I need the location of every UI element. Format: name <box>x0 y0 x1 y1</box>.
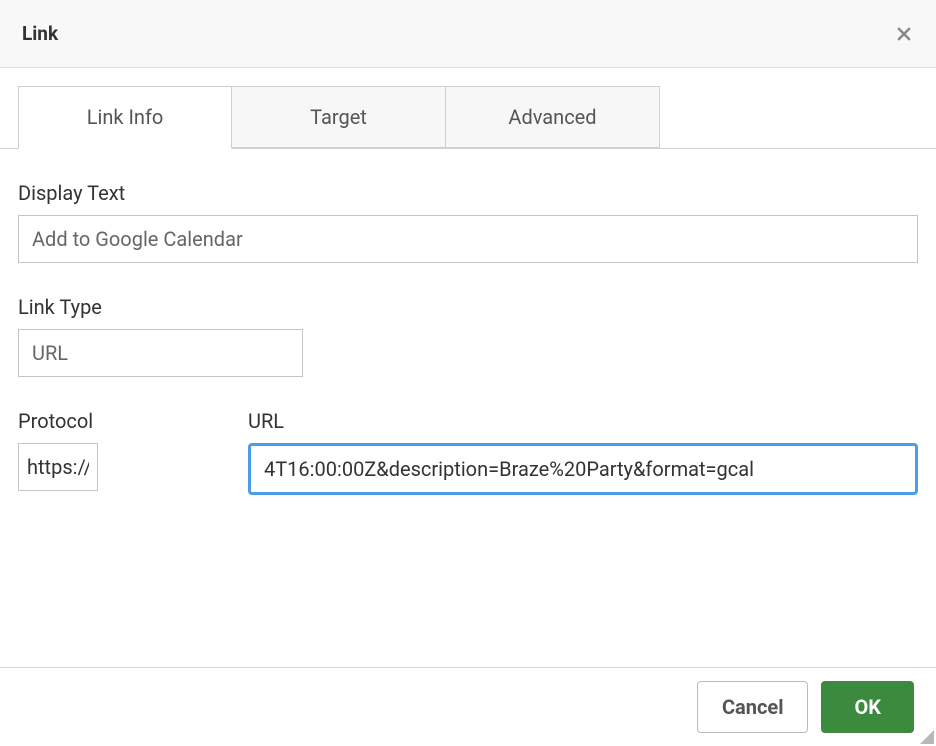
protocol-url-row: Protocol URL <box>18 409 918 495</box>
resize-grip-icon[interactable] <box>920 730 934 744</box>
field-protocol: Protocol <box>18 409 248 495</box>
ok-button[interactable]: OK <box>821 681 914 733</box>
link-type-input[interactable] <box>18 329 303 377</box>
tabs-bar: Link Info Target Advanced <box>0 68 936 149</box>
cancel-button[interactable]: Cancel <box>697 681 809 733</box>
url-label: URL <box>248 409 918 433</box>
field-url: URL <box>248 409 918 495</box>
tab-link-info[interactable]: Link Info <box>18 86 232 149</box>
url-input[interactable] <box>248 443 918 495</box>
display-text-label: Display Text <box>18 181 918 205</box>
dialog-footer: Cancel OK <box>0 667 936 746</box>
link-type-label: Link Type <box>18 295 918 319</box>
field-display-text: Display Text <box>18 181 918 263</box>
protocol-input[interactable] <box>18 443 98 491</box>
dialog-header: Link <box>0 0 936 68</box>
display-text-input[interactable] <box>18 215 918 263</box>
dialog-content: Display Text Link Type Protocol URL <box>0 149 936 513</box>
tab-advanced[interactable]: Advanced <box>446 86 660 148</box>
field-link-type: Link Type <box>18 295 918 377</box>
dialog-title: Link <box>22 22 58 45</box>
close-icon[interactable] <box>894 24 914 44</box>
protocol-label: Protocol <box>18 409 248 433</box>
tab-target[interactable]: Target <box>232 86 446 148</box>
